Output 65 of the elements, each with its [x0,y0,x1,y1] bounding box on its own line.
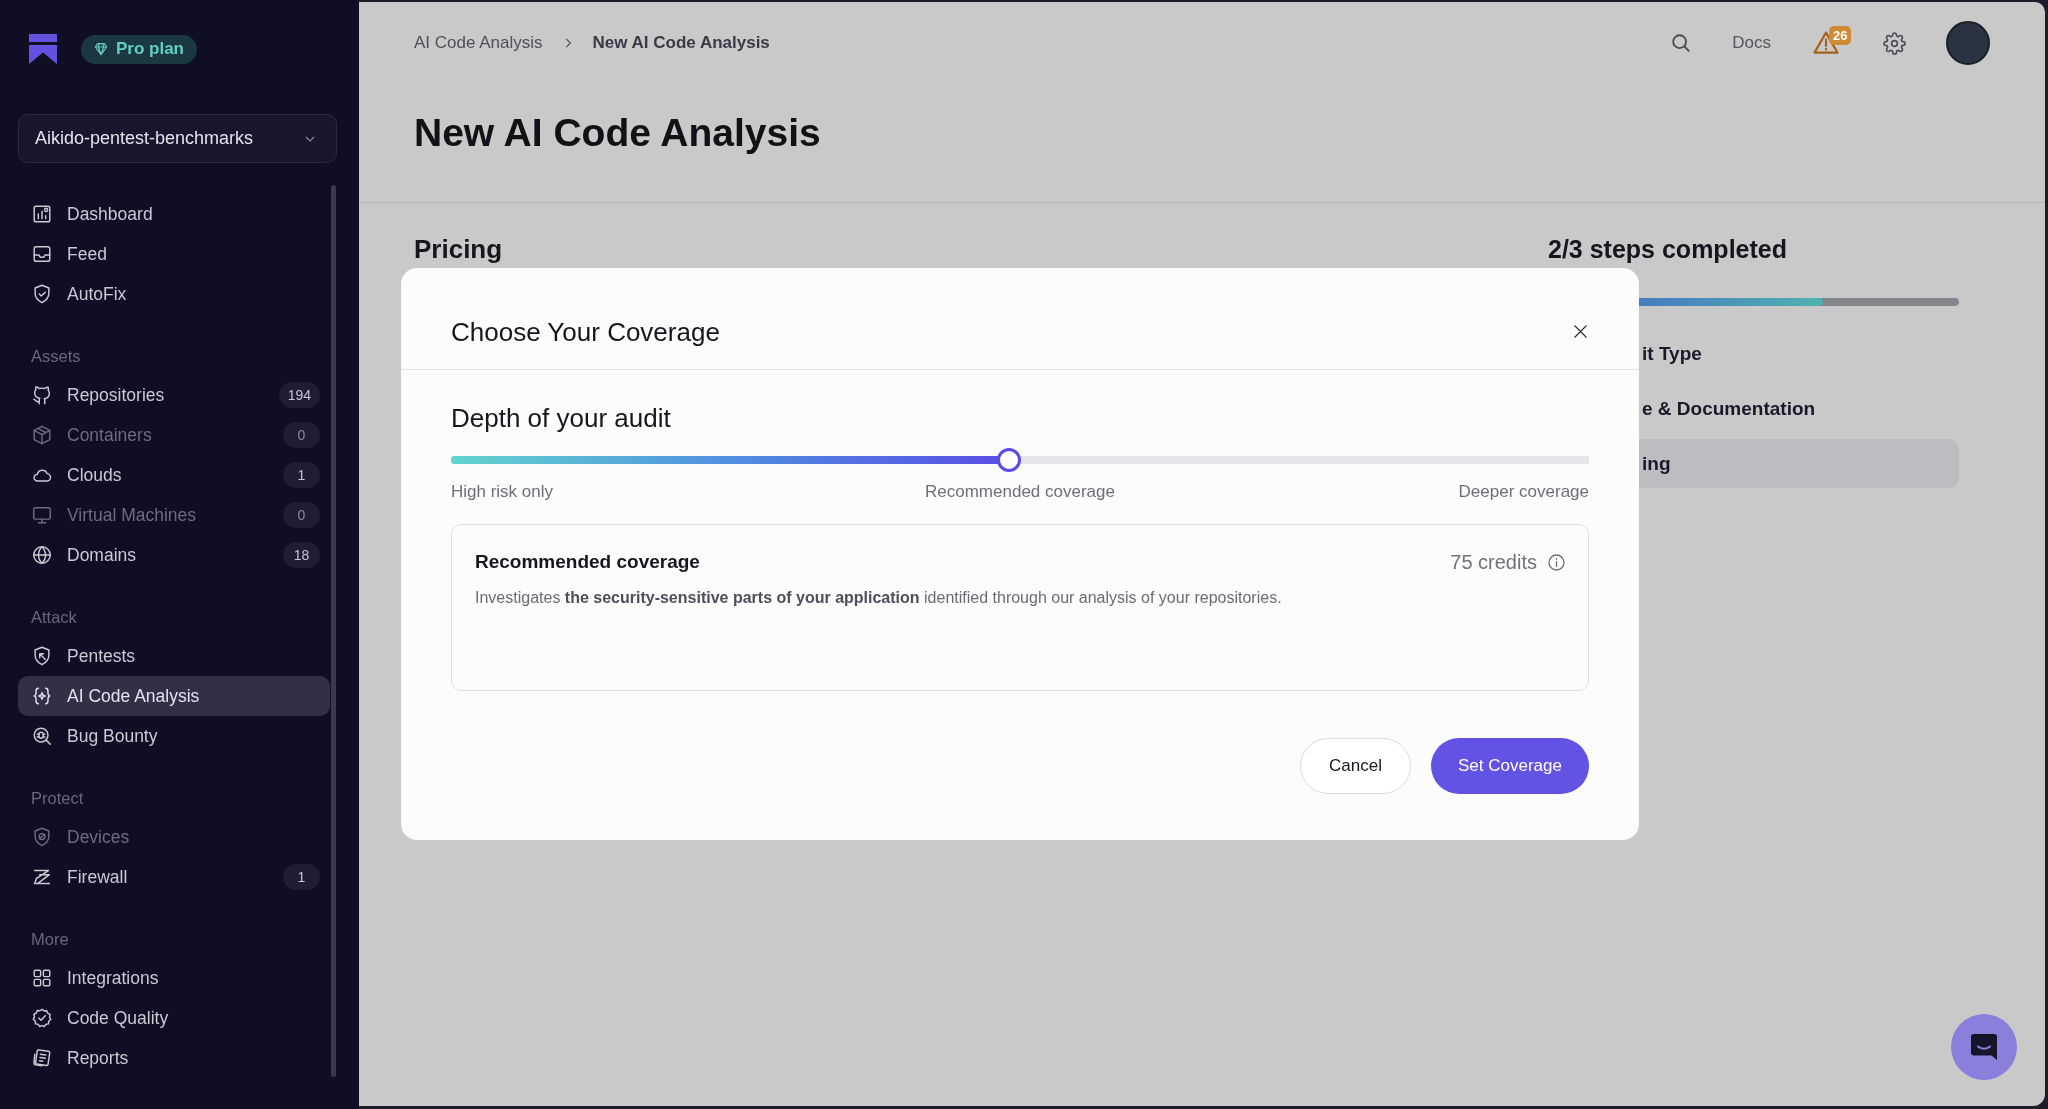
nav-item[interactable]: AI Code Analysis [18,676,330,716]
section-heading: Assets [31,346,82,367]
grid-icon [31,967,53,989]
chat-icon [1969,1032,1999,1062]
scrollbar[interactable] [331,185,336,1077]
docs-link[interactable]: Docs [1732,33,1771,53]
monitor-icon [31,504,53,526]
nav-item[interactable]: Clouds 1 [18,455,330,495]
cancel-button[interactable]: Cancel [1300,738,1411,794]
search-icon[interactable] [1670,32,1693,54]
section-heading: More [31,929,70,950]
item-count: 1 [283,462,320,488]
breadcrumb-current: New AI Code Analysis [592,33,770,53]
documents-icon [31,1047,53,1069]
nav-item[interactable]: Integrations [18,958,330,998]
item-count: 1 [283,864,320,890]
section-title: Pricing [414,235,503,263]
nav-item[interactable]: Pentests [18,636,330,676]
modal-title: Choose Your Coverage [451,315,720,348]
slider-thumb[interactable] [996,448,1021,472]
nav-item[interactable]: Bug Bounty [18,716,330,756]
item-count: 18 [283,542,320,568]
nav-item[interactable]: Firewall 1 [18,857,330,897]
info-icon[interactable] [1547,552,1566,572]
close-icon[interactable] [1573,324,1588,339]
nav-item[interactable]: Domains 18 [18,535,330,575]
slider-label: Recommended coverage [925,482,1115,502]
item-count: 0 [283,502,320,528]
logo[interactable] [29,34,57,64]
globe-icon [31,544,53,566]
bug-search-icon [31,725,53,747]
badge-check-icon [31,1007,53,1029]
braces-sparkle-icon [31,685,53,707]
section-heading: Attack [31,607,78,628]
plan-badge[interactable]: Pro plan [81,34,197,64]
chart-icon [31,203,53,225]
cube-icon [31,424,53,446]
depth-heading: Depth of your audit [451,402,672,434]
progress-title: 2/3 steps completed [1548,235,1788,263]
breadcrumb-link[interactable]: AI Code Analysis [414,33,543,53]
page-title: New AI Code Analysis [414,110,822,156]
settings-icon[interactable] [1883,31,1906,55]
option-title: Recommended coverage [475,551,700,573]
cat-icon [31,384,53,406]
nav-item[interactable]: Code Quality [18,998,330,1038]
nav-item[interactable]: AutoFix [18,274,330,314]
nav-item[interactable]: Feed [18,234,330,274]
inbox-icon [31,243,53,265]
item-count: 194 [278,382,320,408]
nav-item[interactable]: Repositories 194 [18,375,330,415]
nav-item[interactable]: Reports [18,1038,330,1078]
shield-block-icon [31,826,53,848]
shield-arrow-icon [31,645,53,667]
section-heading: Protect [31,788,85,809]
nav-item[interactable]: Dashboard [18,194,330,234]
option-description: Investigates the security-sensitive parts of your application identified through our analysis of your repositories. [475,588,1283,608]
item-count: 0 [283,422,320,448]
notification-count: 26 [1829,26,1852,45]
credits-label: 75 credits [1450,550,1537,574]
slider-label: High risk only [451,482,554,502]
shield-check-icon [31,283,53,305]
workspace-dropdown[interactable]: Aikido-pentest-benchmarks [18,114,337,163]
avatar[interactable] [1946,21,1990,65]
diamond-icon [93,41,109,57]
set-coverage-button[interactable]: Set Coverage [1431,738,1589,794]
